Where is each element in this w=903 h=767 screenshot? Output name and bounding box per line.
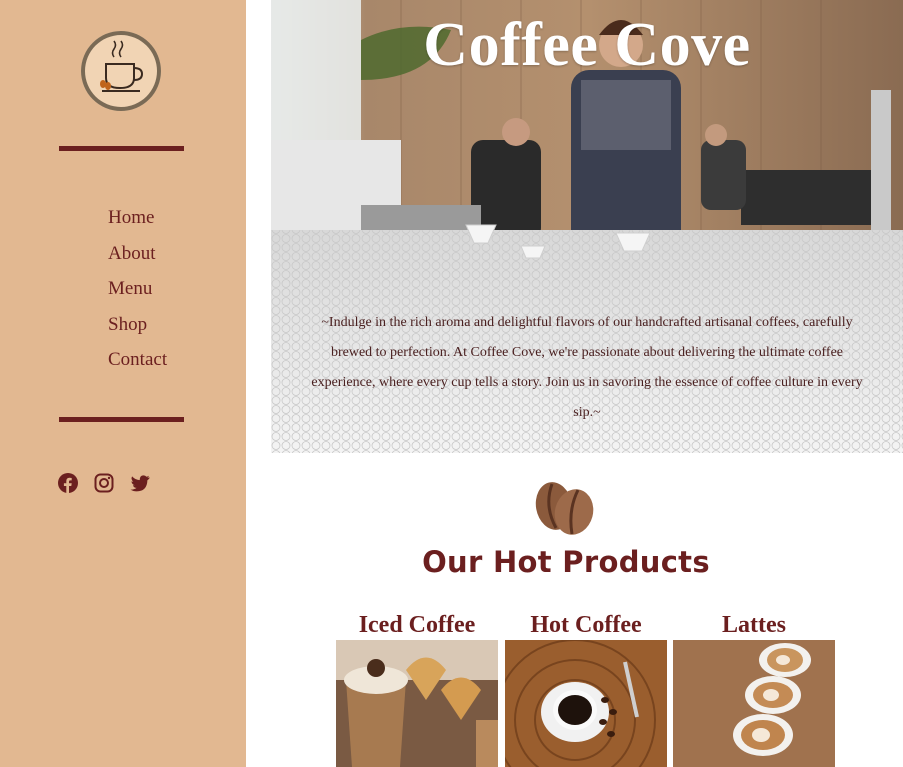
product-card[interactable]: Hot Coffee (505, 610, 667, 767)
sidebar-divider-top (59, 146, 184, 151)
sidebar-divider-bottom (59, 417, 184, 422)
product-name: Lattes (722, 612, 786, 638)
instagram-icon[interactable] (94, 473, 114, 493)
product-card[interactable]: Iced Coffee (336, 610, 498, 767)
product-name: Hot Coffee (530, 612, 642, 638)
facebook-icon[interactable] (58, 473, 78, 493)
nav-menu[interactable]: Menu (108, 271, 167, 307)
social-links (58, 473, 150, 493)
iced-coffee-image[interactable] (336, 640, 498, 767)
hot-coffee-image[interactable] (505, 640, 667, 767)
product-name: Iced Coffee (358, 612, 476, 638)
product-card[interactable]: Lattes (673, 610, 835, 767)
twitter-icon[interactable] (130, 473, 150, 493)
nav-about[interactable]: About (108, 236, 167, 272)
nav-shop[interactable]: Shop (108, 307, 167, 343)
main-nav: Home About Menu Shop Contact (108, 200, 167, 378)
lattes-image[interactable] (673, 640, 835, 767)
coffee-cup-logo-icon[interactable] (81, 31, 161, 111)
hero-description: ~Indulge in the rich aroma and delightfu… (311, 315, 863, 420)
nav-contact[interactable]: Contact (108, 342, 167, 378)
coffee-beans-icon (535, 482, 594, 535)
hero-title: Coffee Cove (423, 11, 751, 79)
sidebar: Home About Menu Shop Contact (0, 0, 246, 767)
hero-banner: Coffee Cove ~Indulge in the rich aroma a… (271, 0, 903, 453)
section-title-hot-products: Our Hot Products (422, 545, 710, 579)
nav-home[interactable]: Home (108, 200, 167, 236)
